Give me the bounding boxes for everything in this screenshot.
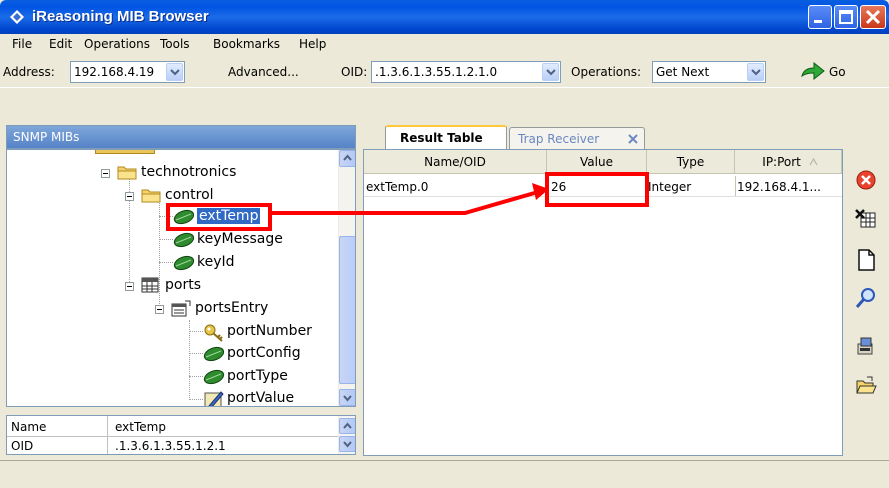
- annotation-arrow: [272, 183, 549, 215]
